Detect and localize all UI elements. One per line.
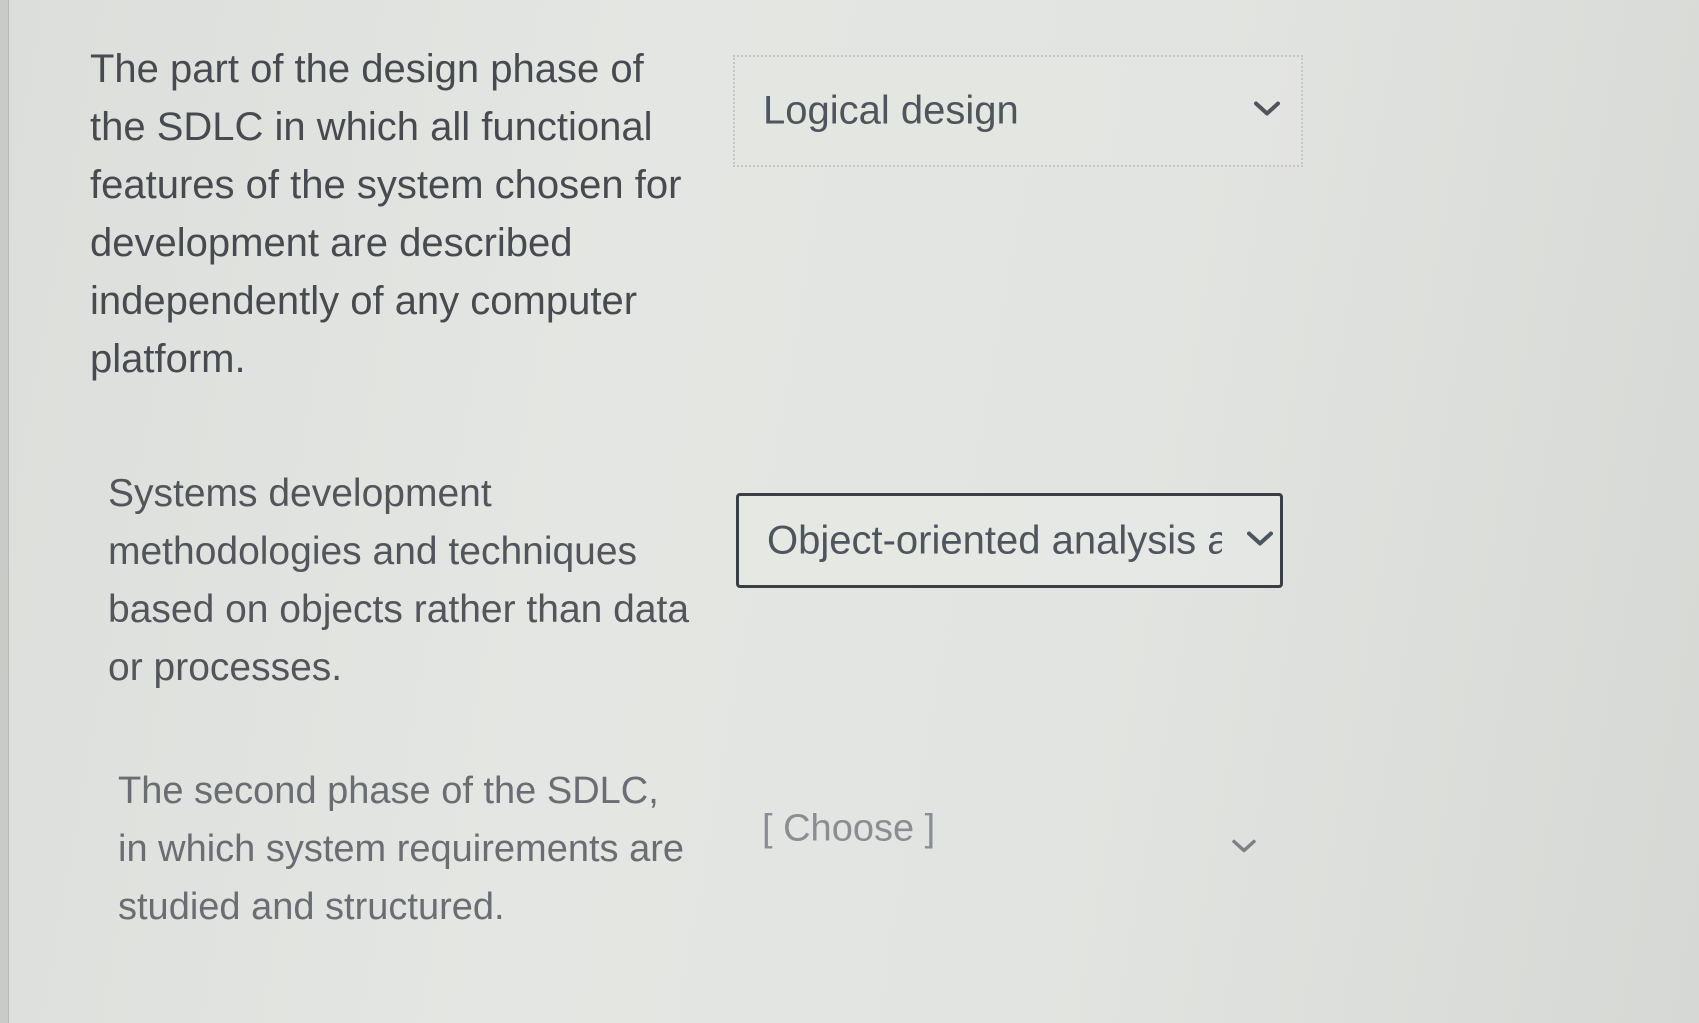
answer-select-3-value: [ Choose ]	[762, 807, 936, 850]
left-edge-divider	[0, 0, 9, 1023]
chevron-down-icon	[1253, 100, 1281, 123]
quiz-matching-page: The part of the design phase of the SDLC…	[0, 0, 1699, 1023]
answer-select-2-value: Object-oriented analysis a	[767, 518, 1222, 562]
question-prompt-3: The second phase of the SDLC, in which s…	[118, 770, 684, 928]
chevron-down-icon	[1246, 529, 1274, 552]
answer-select-2[interactable]: Object-oriented analysis a	[736, 493, 1283, 588]
answer-select-1[interactable]: Logical design	[733, 55, 1303, 167]
chevron-down-icon	[1231, 839, 1257, 860]
answer-select-3[interactable]: [ Choose ]	[740, 795, 1285, 885]
answer-select-1-value: Logical design	[763, 88, 1019, 133]
question-prompt-1: The part of the design phase of the SDLC…	[90, 47, 682, 381]
question-prompt-2: Systems development methodologies and te…	[108, 472, 690, 689]
